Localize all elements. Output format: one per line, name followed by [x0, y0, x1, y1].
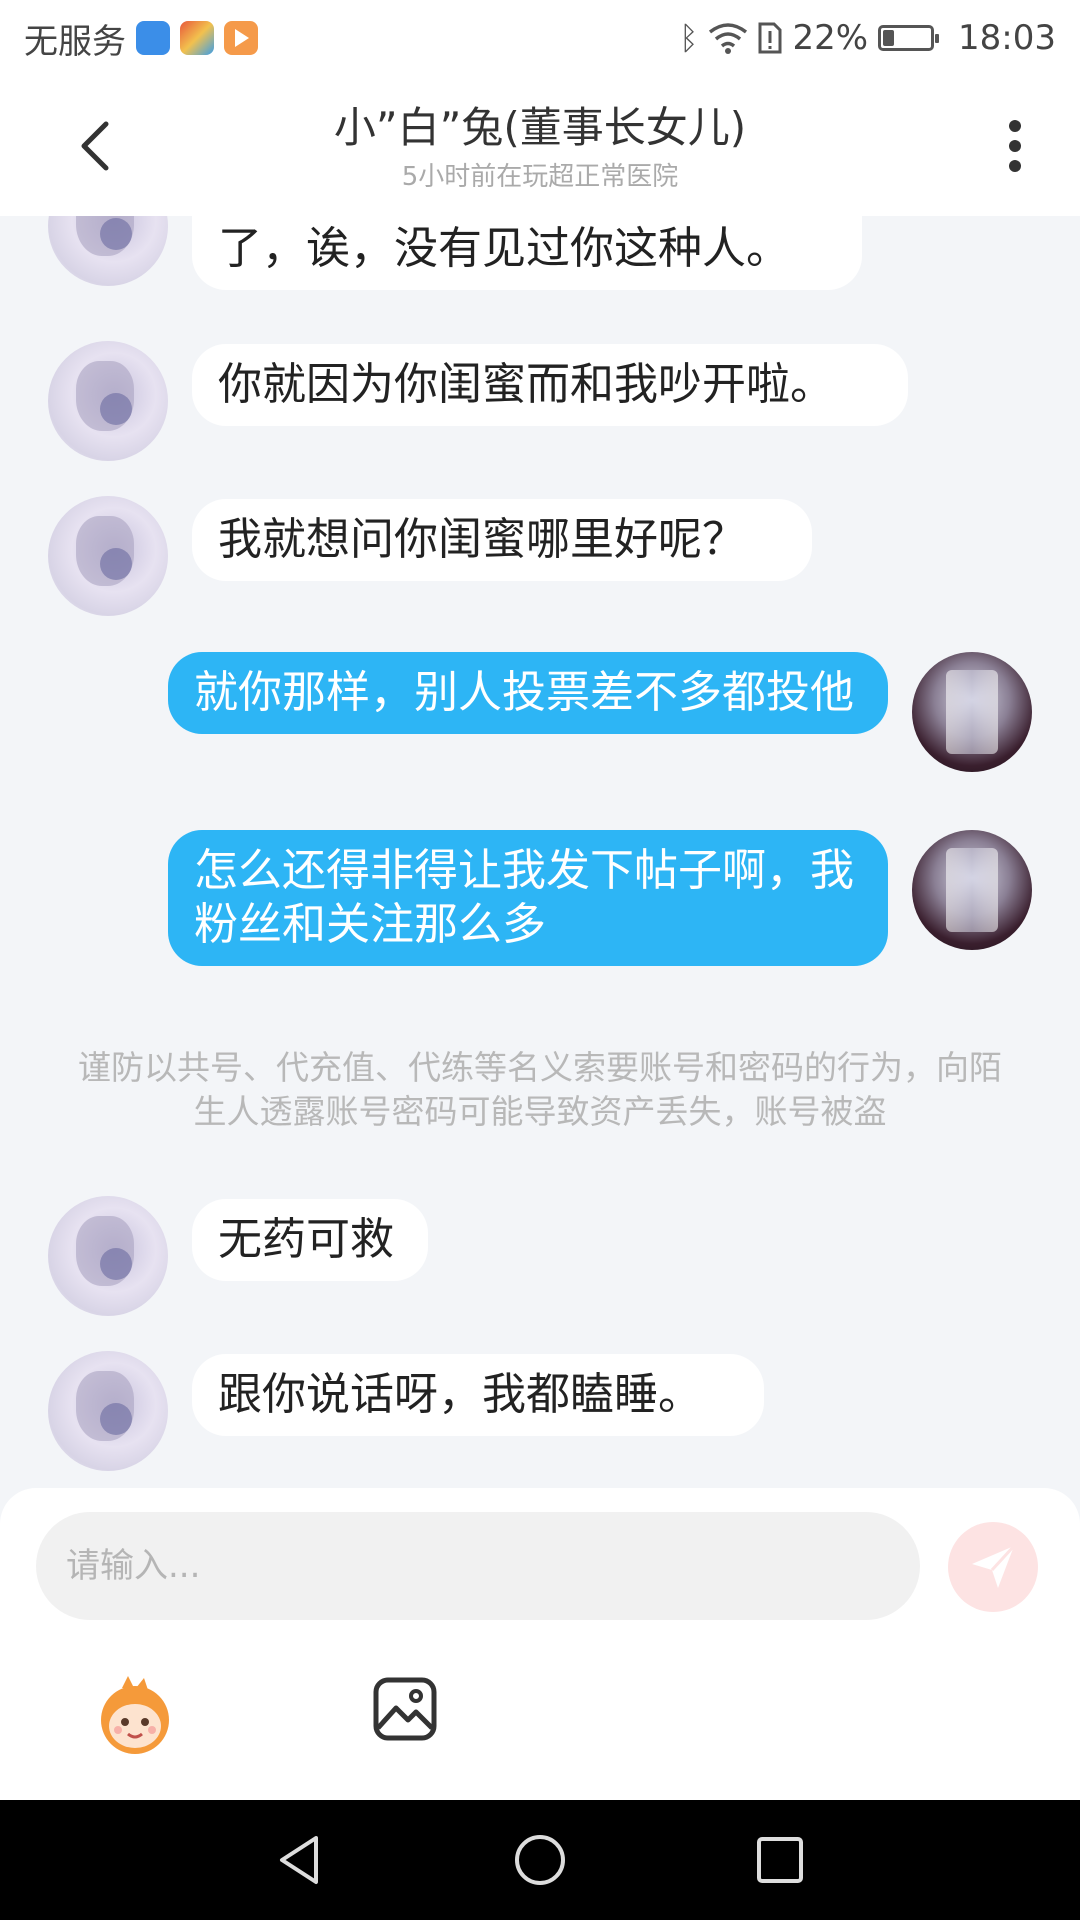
contact-avatar[interactable]	[48, 341, 168, 461]
message-bubble-sent: 怎么还得非得让我发下帖子啊，我粉丝和关注那么多	[168, 830, 888, 966]
contact-activity-status: 5小时前在玩超正常医院	[401, 162, 679, 192]
contact-avatar[interactable]	[48, 1196, 168, 1316]
message-input[interactable]	[36, 1512, 920, 1620]
shield-app-icon	[136, 21, 170, 55]
message-list[interactable]: 是你无缘嘴的，还赖上我头上了，诶，没有见过你这种人。 你就因为你闺蜜而和我吵开啦…	[0, 216, 1080, 1488]
message-bubble-received: 无药可救	[192, 1199, 428, 1281]
chat-header: 小”白”兔(董事长女儿) 5小时前在玩超正常医院	[0, 76, 1080, 216]
battery-percent: 22%	[792, 18, 869, 58]
nav-home-icon[interactable]	[512, 1832, 568, 1888]
more-options-icon[interactable]	[990, 116, 1040, 176]
message-bubble-received: 是你无缘嘴的，还赖上我头上了，诶，没有见过你这种人。	[192, 216, 862, 290]
contact-avatar[interactable]	[48, 1351, 168, 1471]
image-picker-icon[interactable]	[372, 1676, 438, 1742]
carrier-text: 无服务	[24, 21, 126, 62]
status-left: 无服务	[24, 14, 258, 63]
contact-name: 小”白”兔(董事长女儿)	[333, 103, 747, 152]
emoji-sticker-icon[interactable]	[92, 1672, 178, 1758]
system-nav-bar	[0, 1800, 1080, 1920]
clock: 18:03	[958, 18, 1056, 58]
game-app-icon	[180, 21, 214, 55]
sim-alert-icon	[758, 22, 782, 54]
status-bar: 无服务 ᛒ 22% 18:03	[0, 0, 1080, 76]
battery-icon	[878, 25, 940, 51]
user-avatar[interactable]	[912, 830, 1032, 950]
video-app-icon	[224, 21, 258, 55]
security-warning-text: 谨防以共号、代充值、代练等名义索要账号和密码的行为，向陌生人透露账号密码可能导致…	[78, 1048, 1002, 1131]
user-avatar[interactable]	[912, 652, 1032, 772]
nav-back-icon[interactable]	[272, 1832, 328, 1888]
message-bubble-sent: 就你那样，别人投票差不多都投他	[168, 652, 888, 734]
send-button[interactable]	[948, 1522, 1038, 1612]
message-bubble-received: 我就想问你闺蜜哪里好呢？	[192, 499, 812, 581]
nav-recent-apps-icon[interactable]	[752, 1832, 808, 1888]
bluetooth-icon: ᛒ	[679, 19, 699, 57]
contact-avatar[interactable]	[48, 496, 168, 616]
status-right: ᛒ 22% 18:03	[679, 18, 1056, 58]
wifi-icon	[709, 23, 748, 54]
input-area	[0, 1488, 1080, 1800]
message-bubble-received: 跟你说话呀，我都瞌睡。	[192, 1354, 764, 1436]
send-icon	[972, 1544, 1016, 1588]
contact-avatar[interactable]	[48, 216, 168, 286]
message-bubble-received: 你就因为你闺蜜而和我吵开啦。	[192, 344, 908, 426]
